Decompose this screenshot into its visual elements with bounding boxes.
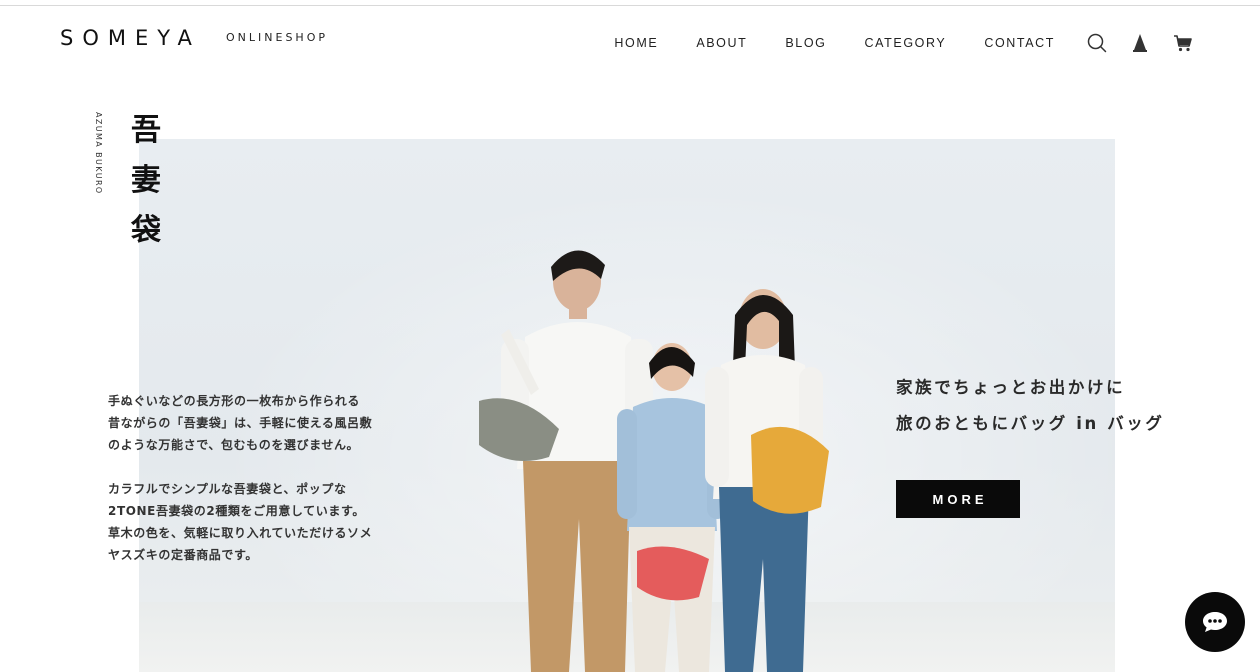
chat-bubble-icon (1203, 612, 1227, 632)
site-logo-subtitle[interactable]: ONLINESHOP (226, 31, 328, 45)
description-line: 昔ながらの「吾妻袋」は、手軽に使える風呂敷 (108, 416, 373, 430)
chat-button[interactable] (1185, 592, 1245, 652)
site-logo[interactable]: SOMEYA (60, 26, 201, 50)
cart-icon[interactable] (1172, 32, 1194, 54)
description-line: 2TONE吾妻袋の2種類をご用意しています。 (108, 504, 365, 518)
vertical-japanese-title: 吾 妻 袋 (128, 106, 164, 256)
tagline-line-1: 家族でちょっとお出かけに (896, 378, 1126, 397)
nav-blog[interactable]: BLOG (785, 36, 826, 50)
description-line: のような万能さで、包むものを選びません。 (108, 438, 360, 452)
description-paragraph-1: 手ぬぐいなどの長方形の一枚布から作られる 昔ながらの「吾妻袋」は、手軽に使える風… (108, 390, 408, 456)
product-description: 手ぬぐいなどの長方形の一枚布から作られる 昔ながらの「吾妻袋」は、手軽に使える風… (108, 390, 408, 588)
page: SOMEYA ONLINESHOP HOME ABOUT BLOG CATEGO… (0, 0, 1260, 672)
more-button[interactable]: MORE (896, 480, 1020, 518)
account-icon[interactable] (1129, 32, 1151, 54)
description-line: ヤスズキの定番商品です。 (108, 548, 259, 562)
nav-home[interactable]: HOME (614, 36, 658, 50)
hero-tagline: 家族でちょっとお出かけに 旅のおともにバッグ in バッグ (896, 370, 1165, 442)
description-line: カラフルでシンプルな吾妻袋と、ポップな (108, 482, 347, 496)
title-char-3: 袋 (131, 213, 161, 248)
tagline-line-2: 旅のおともにバッグ in バッグ (896, 414, 1165, 433)
nav-about[interactable]: ABOUT (696, 36, 747, 50)
main-nav: HOME ABOUT BLOG CATEGORY CONTACT (614, 36, 1055, 50)
search-icon[interactable] (1086, 32, 1108, 54)
top-divider (0, 5, 1260, 6)
mother-figure (705, 289, 829, 672)
description-paragraph-2: カラフルでシンプルな吾妻袋と、ポップな 2TONE吾妻袋の2種類をご用意していま… (108, 478, 408, 566)
header-icons (1086, 32, 1194, 54)
nav-category[interactable]: CATEGORY (865, 36, 947, 50)
title-char-2: 妻 (131, 163, 161, 198)
nav-contact[interactable]: CONTACT (984, 36, 1055, 50)
description-line: 手ぬぐいなどの長方形の一枚布から作られる (108, 394, 361, 408)
description-line: 草木の色を、気軽に取り入れていただけるソメ (108, 526, 373, 540)
vertical-english-title: AZUMA BUKURO (94, 112, 103, 195)
title-char-1: 吾 (131, 113, 161, 148)
